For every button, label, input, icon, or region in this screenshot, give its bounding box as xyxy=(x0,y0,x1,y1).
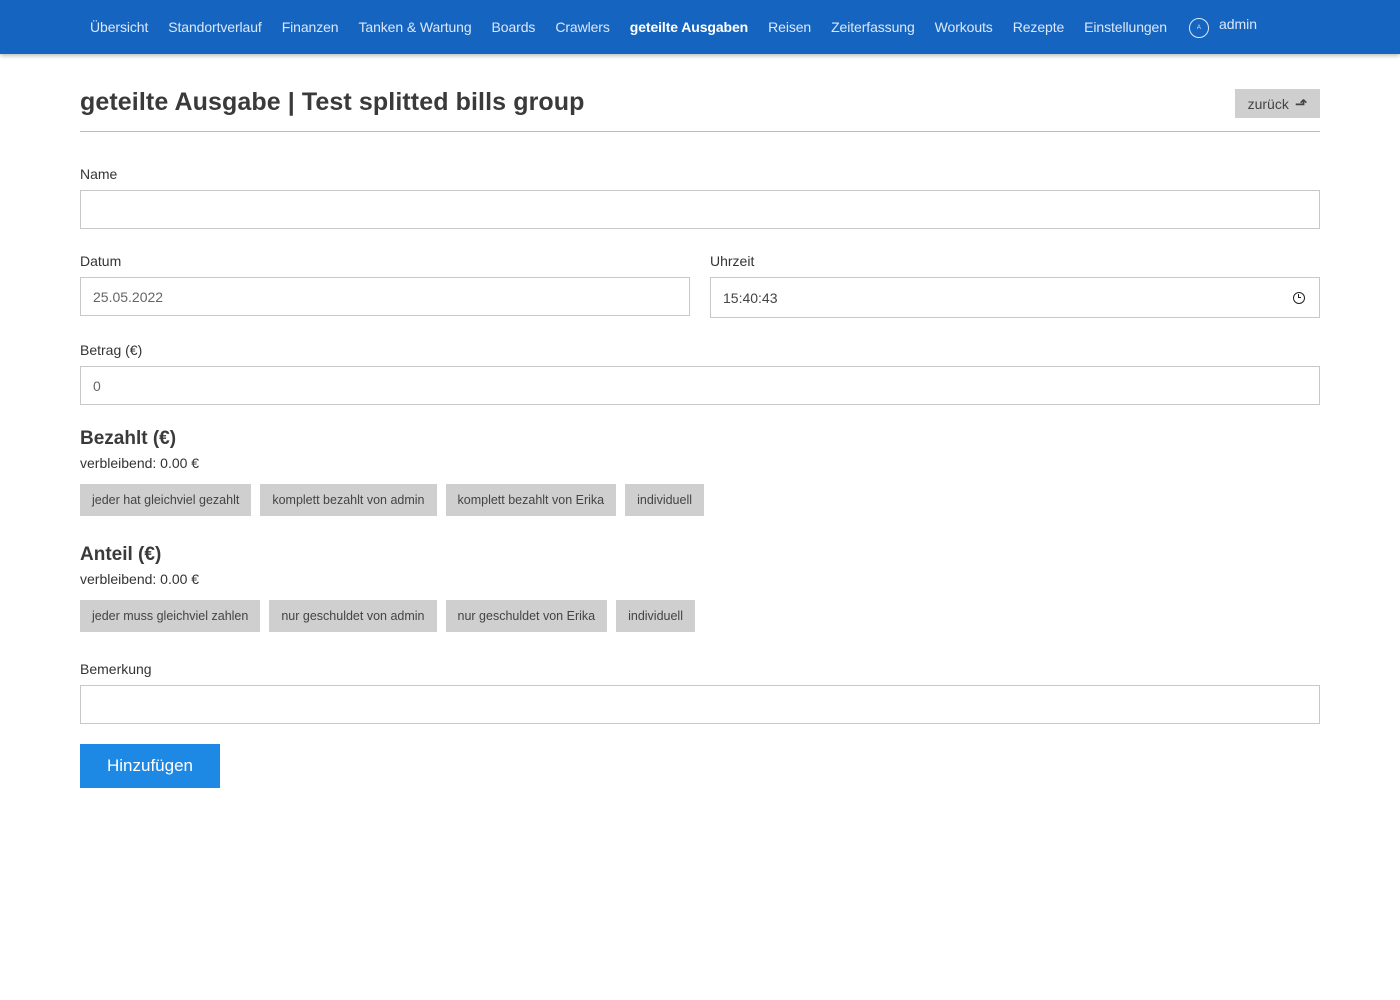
nav-item-reisen[interactable]: Reisen xyxy=(758,0,821,54)
share-heading: Anteil (€) xyxy=(80,544,162,565)
nav-item-boards[interactable]: Boards xyxy=(482,0,546,54)
nav-item-geteilte-ausgaben[interactable]: geteilte Ausgaben xyxy=(620,0,758,54)
paid-options: jeder hat gleichviel gezahlt komplett be… xyxy=(80,484,705,516)
main-content: geteilte Ausgabe | Test splitted bills g… xyxy=(80,54,1320,788)
name-input[interactable] xyxy=(80,190,1320,229)
paid-heading: Bezahlt (€) xyxy=(80,428,177,449)
page-header: geteilte Ausgabe | Test splitted bills g… xyxy=(80,54,1320,132)
paid-remaining: verbleibend: 0.00 € xyxy=(80,455,200,471)
back-button[interactable]: zurück ⬏ xyxy=(1235,89,1320,118)
user-menu[interactable]: A admin xyxy=(1179,11,1267,38)
note-label: Bemerkung xyxy=(80,661,152,677)
user-avatar-icon: A xyxy=(1188,17,1209,38)
date-input[interactable]: 25.05.2022 xyxy=(80,277,690,316)
amount-label: Betrag (€) xyxy=(80,342,143,358)
nav-item-zeiterfassung[interactable]: Zeiterfassung xyxy=(821,0,925,54)
page-title: geteilte Ausgabe | Test splitted bills g… xyxy=(80,88,585,116)
back-button-label: zurück xyxy=(1247,95,1289,112)
top-navbar: Übersicht Standortverlauf Finanzen Tanke… xyxy=(0,0,1400,54)
nav-item-finanzen[interactable]: Finanzen xyxy=(272,0,349,54)
paid-by-erika-button[interactable]: komplett bezahlt von Erika xyxy=(445,484,617,516)
add-button[interactable]: Hinzufügen xyxy=(80,744,220,788)
share-equal-button[interactable]: jeder muss gleichviel zahlen xyxy=(80,600,261,632)
amount-input[interactable]: 0 xyxy=(80,366,1320,405)
share-options: jeder muss gleichviel zahlen nur geschul… xyxy=(80,600,695,632)
note-input[interactable] xyxy=(80,685,1320,724)
nav-item-rezepte[interactable]: Rezepte xyxy=(1003,0,1074,54)
nav-item-einstellungen[interactable]: Einstellungen xyxy=(1074,0,1177,54)
nav-item-crawlers[interactable]: Crawlers xyxy=(545,0,619,54)
paid-individual-button[interactable]: individuell xyxy=(625,484,705,516)
share-remaining: verbleibend: 0.00 € xyxy=(80,571,200,587)
share-individual-button[interactable]: individuell xyxy=(616,600,695,632)
user-name: admin xyxy=(1218,16,1258,32)
time-input[interactable]: 15:40:43 xyxy=(710,277,1320,318)
nav-item-standortverlauf[interactable]: Standortverlauf xyxy=(158,0,271,54)
time-value: 15:40:43 xyxy=(723,289,778,306)
time-label: Uhrzeit xyxy=(710,253,755,269)
share-admin-button[interactable]: nur geschuldet von admin xyxy=(269,600,437,632)
nav-item-workouts[interactable]: Workouts xyxy=(925,0,1003,54)
nav-item-uebersicht[interactable]: Übersicht xyxy=(80,0,158,54)
share-erika-button[interactable]: nur geschuldet von Erika xyxy=(445,600,608,632)
arrow-up-icon: ⬏ xyxy=(1294,95,1308,113)
name-label: Name xyxy=(80,166,118,182)
paid-equal-button[interactable]: jeder hat gleichviel gezahlt xyxy=(80,484,252,516)
nav-item-tanken-wartung[interactable]: Tanken & Wartung xyxy=(348,0,481,54)
paid-by-admin-button[interactable]: komplett bezahlt von admin xyxy=(260,484,437,516)
date-label: Datum xyxy=(80,253,122,269)
clock-icon[interactable] xyxy=(1293,291,1305,304)
